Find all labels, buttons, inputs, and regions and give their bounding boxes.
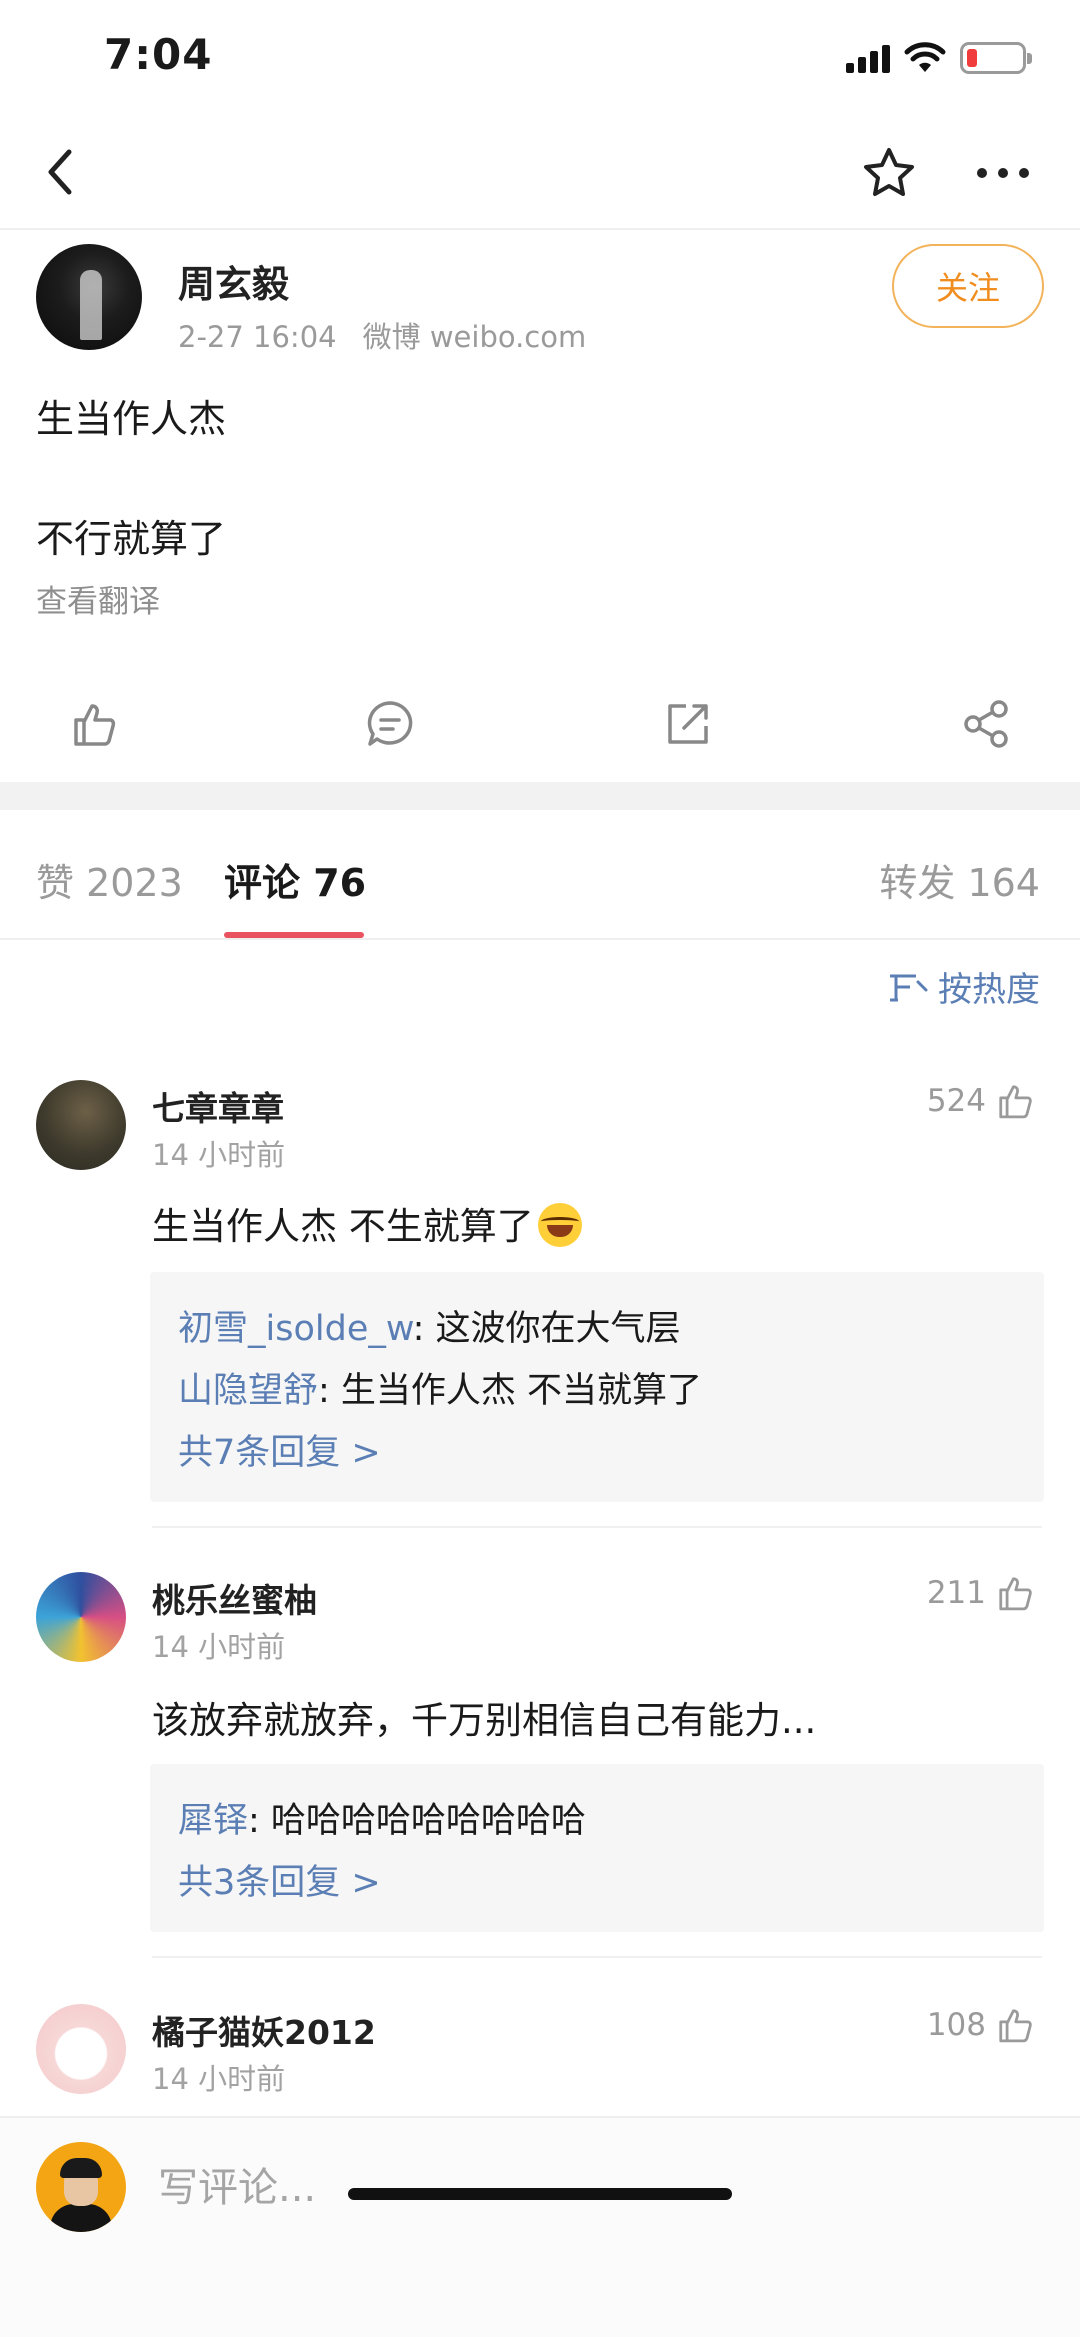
back-button[interactable] [32, 144, 88, 200]
comment-text-content: 生当作人杰 不生就算了 [152, 1205, 534, 1248]
reply-preview[interactable]: 初雪_isolde_w: 这波你在大气层 山隐望舒: 生当作人杰 不当就算了 共… [150, 1272, 1044, 1502]
comment-time: 14 小时前 [152, 2062, 286, 2096]
status-bar: 7:04 [0, 0, 1080, 118]
comment-like-count: 524 [926, 1083, 986, 1119]
commenter-avatar[interactable] [36, 2004, 126, 2094]
commenter-avatar[interactable] [36, 1080, 126, 1170]
thumbs-up-icon [74, 704, 116, 746]
reply-item: 初雪_isolde_w: 这波你在大气层 [178, 1298, 1016, 1360]
author-name[interactable]: 周玄毅 [178, 254, 289, 308]
favorite-button[interactable] [858, 142, 920, 204]
comment-button[interactable] [358, 692, 422, 756]
reply-preview[interactable]: 犀铎: 哈哈哈哈哈哈哈哈哈 共3条回复 > [150, 1764, 1044, 1932]
comment-divider [152, 1956, 1042, 1958]
repost-button[interactable] [656, 692, 720, 756]
reply-text: : 这波你在大气层 [412, 1309, 681, 1349]
comment-text: 生当作人杰 不生就算了 [152, 1196, 582, 1250]
post-meta: 2-27 16:04 微博 weibo.com [178, 314, 586, 356]
commenter-avatar[interactable] [36, 1572, 126, 1662]
my-avatar [36, 2142, 126, 2232]
commenter-name[interactable]: 橘子猫妖2012 [152, 2006, 376, 2054]
nav-bar [0, 118, 1080, 230]
share-button[interactable] [954, 692, 1018, 756]
more-dots-icon [977, 168, 1029, 178]
wifi-icon [904, 42, 946, 72]
post-action-bar [0, 680, 1080, 790]
translate-link[interactable]: 查看翻译 [36, 576, 160, 621]
status-icons [846, 38, 1032, 78]
thumbs-up-icon [999, 2009, 1032, 2043]
comment-text: 该放弃就放弃，千万别相信自己有能力... [152, 1699, 817, 1742]
thumbs-up-icon [999, 1577, 1032, 1611]
comment-divider [152, 1526, 1042, 1528]
tab-reposts[interactable]: 转发 164 [879, 852, 1040, 907]
post-text-line-1: 生当作人杰 [36, 397, 227, 441]
reply-user[interactable]: 犀铎 [178, 1801, 248, 1841]
section-divider [0, 782, 1080, 810]
battery-icon [960, 42, 1032, 74]
view-all-replies-link[interactable]: 共3条回复 > [178, 1852, 1016, 1914]
star-icon [864, 148, 914, 196]
interaction-tabs: 赞 2023 评论 76 转发 164 [0, 810, 1080, 940]
laugh-cry-emoji-icon [537, 1203, 582, 1247]
sort-icon [890, 974, 928, 1001]
reply-user[interactable]: 初雪_isolde_w [178, 1309, 413, 1349]
comment-like-button[interactable]: 211 [927, 1574, 1034, 1612]
tab-likes[interactable]: 赞 2023 [36, 852, 183, 907]
tab-comments[interactable]: 评论 76 [224, 852, 366, 907]
comment-like-count: 108 [926, 2007, 986, 2043]
reply-user[interactable]: 山隐望舒 [178, 1371, 318, 1411]
more-button[interactable] [972, 142, 1034, 204]
author-avatar[interactable] [36, 244, 142, 350]
comment-like-button[interactable]: 108 [927, 2006, 1034, 2044]
sort-label: 按热度 [938, 970, 1040, 1010]
view-all-replies-link[interactable]: 共7条回复 > [178, 1422, 1016, 1484]
reply-text: : 哈哈哈哈哈哈哈哈哈 [248, 1801, 586, 1841]
comment-like-count: 211 [926, 1575, 986, 1611]
reply-text: : 生当作人杰 不当就算了 [318, 1371, 703, 1411]
comment-time: 14 小时前 [152, 1138, 286, 1172]
active-tab-indicator [224, 932, 364, 938]
commenter-name[interactable]: 桃乐丝蜜柚 [152, 1574, 317, 1622]
follow-button[interactable]: 关注 [892, 244, 1044, 328]
share-nodes-icon [964, 700, 1008, 748]
sort-toggle[interactable]: 按热度 [888, 962, 1040, 1011]
chevron-left-icon [48, 149, 72, 195]
status-time: 7:04 [104, 30, 213, 79]
post-text-line-2: 不行就算了 [36, 517, 227, 561]
reply-item: 山隐望舒: 生当作人杰 不当就算了 [178, 1360, 1016, 1422]
reply-item: 犀铎: 哈哈哈哈哈哈哈哈哈 [178, 1790, 1016, 1852]
home-indicator[interactable] [348, 2188, 732, 2200]
post-source: 微博 weibo.com [362, 320, 587, 354]
commenter-name[interactable]: 七章章章 [152, 1082, 284, 1130]
comment-input-bar [0, 2116, 1080, 2337]
like-button[interactable] [62, 692, 126, 756]
comment-like-button[interactable]: 524 [927, 1082, 1034, 1120]
post-date: 2-27 16:04 [178, 320, 337, 354]
thumbs-up-icon [999, 1085, 1032, 1119]
comment-time: 14 小时前 [152, 1630, 286, 1664]
cellular-signal-icon [846, 43, 890, 73]
share-out-icon [668, 704, 708, 744]
comment-bubble-icon [367, 701, 413, 746]
